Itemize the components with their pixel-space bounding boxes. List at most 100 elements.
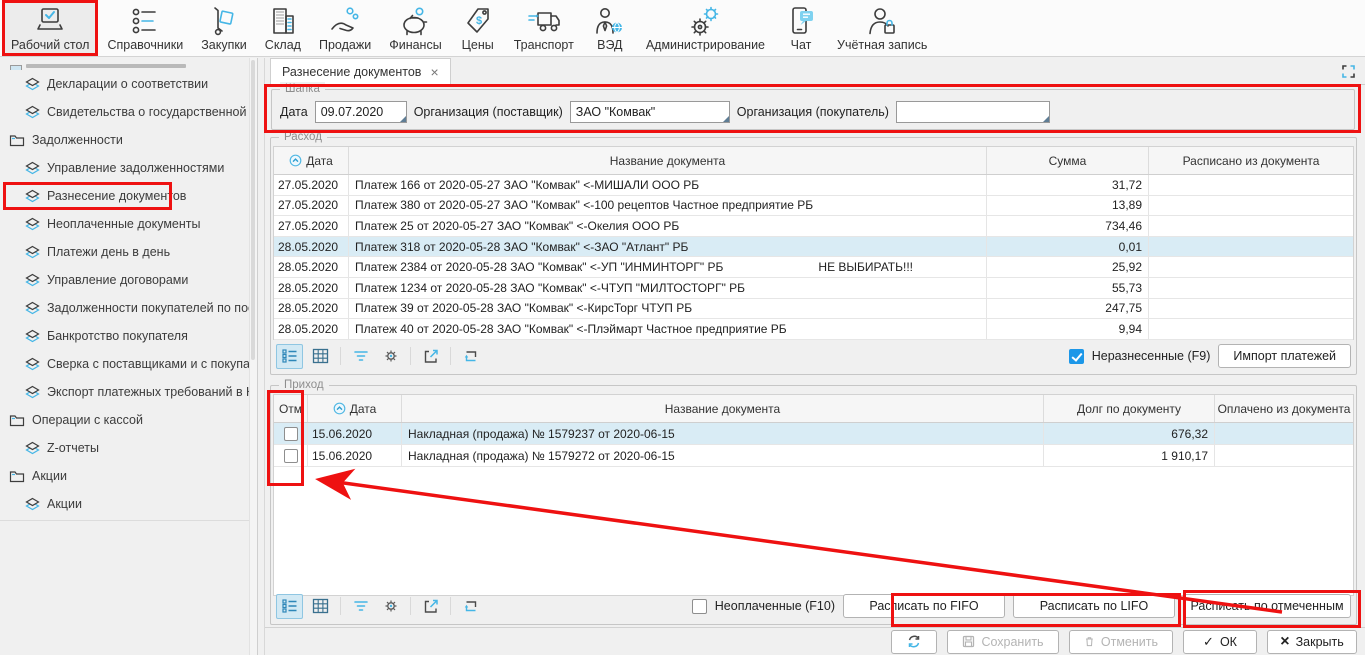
sidebar-item-reconciliation[interactable]: Сверка с поставщиками и с покупателя [0,350,257,378]
refresh-button[interactable] [891,630,937,654]
toolbar-item-purchases[interactable]: Закупки [192,0,256,56]
sidebar-item-certificates[interactable]: Свидетельства о государственной реги [0,98,257,126]
table-row[interactable]: 28.05.2020Платеж 2384 от 2020-05-28 ЗАО … [274,257,1353,278]
workspace-icon [32,6,68,36]
income-group: Приход Отм Дата Название документа Долг … [270,385,1357,625]
sidebar-item-debt-management[interactable]: Управление задолженностями [0,154,257,182]
svg-text:$: $ [476,15,482,27]
toolbar-item-sales[interactable]: Продажи [310,0,380,56]
unallocated-checkbox-label: Неразнесенные (F9) [1092,349,1211,363]
supplier-field[interactable] [570,101,730,123]
toolbar-item-account[interactable]: Учётная запись [828,0,936,56]
export-icon[interactable] [418,345,443,368]
diamond-icon [25,497,40,511]
toolbar-item-admin[interactable]: Администрирование [637,0,774,56]
sidebar-item-label: Управление задолженностями [47,161,224,175]
diamond-icon [25,105,40,119]
sidebar-folder-cash-operations[interactable]: Операции с кассой [0,406,257,434]
column-header-debt[interactable]: Долг по документу [1044,395,1215,422]
list-view-icon[interactable] [276,344,303,369]
sidebar-item-label: Управление договорами [47,273,188,287]
table-row[interactable]: 28.05.2020Платеж 40 от 2020-05-28 ЗАО "К… [274,319,1353,340]
toolbar-item-label: Транспорт [514,38,574,52]
sidebar-item-sameday-payments[interactable]: Платежи день в день [0,238,257,266]
row-warning-note: НЕ ВЫБИРАТЬ!!! [818,260,913,274]
table-row[interactable]: 15.06.2020Накладная (продажа) № 1579272 … [274,445,1353,467]
column-header-mark[interactable]: Отм [274,395,308,422]
column-header-document-name[interactable]: Название документа [349,147,987,174]
table-row-selected[interactable]: 15.06.2020Накладная (продажа) № 1579237 … [274,423,1353,445]
sidebar-folder-debts[interactable]: Задолженности [0,126,257,154]
sidebar-item-payment-requests-export[interactable]: Экспорт платежных требований в Клие [0,378,257,406]
close-button[interactable]: ×Закрыть [1267,630,1357,654]
tab-document-allocation[interactable]: Разнесение документов × [270,58,451,85]
toolbar-item-transport[interactable]: Транспорт [505,0,583,56]
ok-button[interactable]: ✓ОК [1183,630,1257,654]
sidebar-item-promotions[interactable]: Акции [0,490,257,518]
sidebar-item-z-reports[interactable]: Z-отчеты [0,434,257,462]
account-icon [864,6,900,36]
sidebar-item-label: Банкротство покупателя [47,329,188,343]
column-header-date[interactable]: Дата [274,147,349,174]
toolbar-item-label: Закупки [201,38,247,52]
allocate-lifo-button[interactable]: Расписать по LIFO [1013,594,1175,618]
grid-view-icon[interactable] [308,595,333,618]
sidebar-item-unpaid-documents[interactable]: Неоплаченные документы [0,210,257,238]
toolbar-item-references[interactable]: Справочники [98,0,192,56]
allocate-fifo-button[interactable]: Расписать по FIFO [843,594,1005,618]
toolbar-item-ved[interactable]: ВЭД [583,0,637,56]
tab-bar: Разнесение документов × [265,58,1365,85]
allocate-marked-button[interactable]: Расписать по отмеченным [1183,594,1351,618]
toolbar-item-chat[interactable]: Чат [774,0,828,56]
column-header-document-name[interactable]: Название документа [402,395,1044,422]
column-header-date[interactable]: Дата [308,395,402,422]
column-header-amount[interactable]: Сумма [987,147,1149,174]
toolbar-item-label: Справочники [107,38,183,52]
expense-toolbar: Неразнесенные (F9) Импорт платежей [276,343,1351,369]
expand-icon[interactable] [1340,63,1357,80]
toolbar-item-label: Цены [462,38,494,52]
row-mark-checkbox[interactable] [284,449,298,463]
export-icon[interactable] [418,595,443,618]
reload-icon[interactable] [458,345,483,368]
toolbar-item-prices[interactable]: $ Цены [451,0,505,56]
sidebar-item-document-allocation[interactable]: Разнесение документов [0,182,257,210]
table-row[interactable]: 28.05.2020Платеж 39 от 2020-05-28 ЗАО "К… [274,299,1353,320]
toolbar-item-finance[interactable]: Финансы [380,0,450,56]
sidebar-item-buyer-debts[interactable]: Задолженности покупателей по постав [0,294,257,322]
sidebar-scrollbar[interactable] [249,58,257,655]
trash-icon [1084,635,1095,648]
unpaid-checkbox[interactable] [692,599,707,614]
unallocated-checkbox[interactable] [1069,349,1084,364]
table-row[interactable]: 27.05.2020Платеж 25 от 2020-05-27 ЗАО "К… [274,216,1353,237]
list-view-icon[interactable] [276,594,303,619]
filter-icon[interactable] [348,595,373,618]
toolbar-item-warehouse[interactable]: Склад [256,0,310,56]
column-header-paid[interactable]: Оплачено из документа [1215,395,1353,422]
table-row-selected[interactable]: 28.05.2020Платеж 318 от 2020-05-28 ЗАО "… [274,237,1353,258]
column-header-allocated[interactable]: Расписано из документа [1149,147,1353,174]
grid-view-icon[interactable] [308,345,333,368]
table-row[interactable]: 27.05.2020Платеж 380 от 2020-05-27 ЗАО "… [274,196,1353,217]
settings-gear-icon[interactable] [378,345,403,368]
sidebar-item-buyer-bankruptcy[interactable]: Банкротство покупателя [0,322,257,350]
sidebar-item-label: Экспорт платежных требований в Клие [47,385,257,399]
import-payments-button[interactable]: Импорт платежей [1218,344,1351,368]
date-field[interactable] [315,101,407,123]
sidebar-folder-promotions[interactable]: Акции [0,462,257,490]
sidebar-splitter[interactable] [258,58,265,655]
table-row[interactable]: 27.05.2020Платеж 166 от 2020-05-27 ЗАО "… [274,175,1353,196]
settings-gear-icon[interactable] [378,595,403,618]
toolbar-item-workspace[interactable]: Рабочий стол [2,0,98,56]
tab-close-icon[interactable]: × [430,65,438,79]
save-button[interactable]: Сохранить [947,630,1059,654]
table-row[interactable]: 28.05.2020Платеж 1234 от 2020-05-28 ЗАО … [274,278,1353,299]
sidebar-item-contract-management[interactable]: Управление договорами [0,266,257,294]
diamond-icon [25,357,40,371]
filter-icon[interactable] [348,345,373,368]
buyer-field[interactable] [896,101,1050,123]
sidebar-item-declarations[interactable]: Декларации о соответствии [0,70,257,98]
reload-icon[interactable] [458,595,483,618]
cancel-button[interactable]: Отменить [1069,630,1173,654]
row-mark-checkbox[interactable] [284,427,298,441]
